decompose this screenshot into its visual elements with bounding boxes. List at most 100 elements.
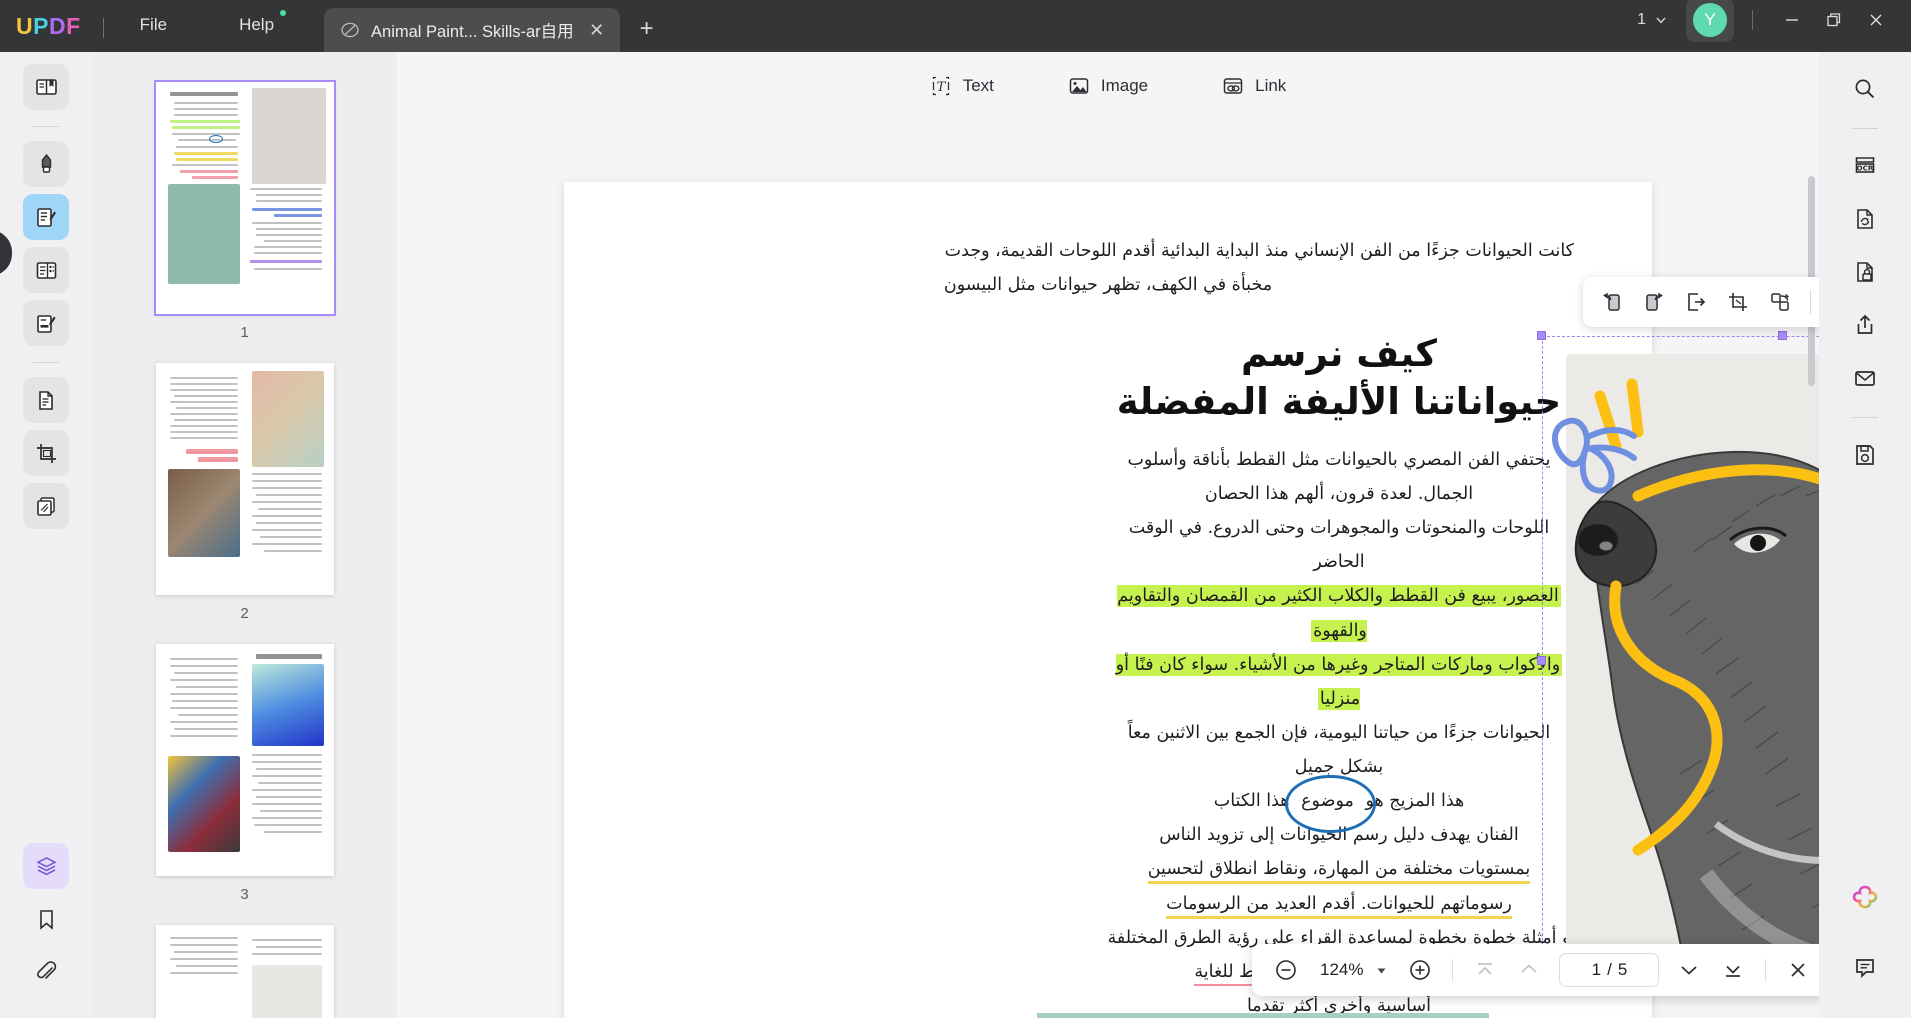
updf-logo[interactable]: U P D F	[16, 13, 81, 40]
menu-file[interactable]: File	[126, 11, 181, 39]
doc-text-after-circle: هذا الكتاب	[1214, 791, 1295, 811]
edit-tool-link-label: Link	[1255, 76, 1286, 96]
vertical-scrollbar[interactable]	[1808, 120, 1815, 940]
sidebar-item-edit-pdf[interactable]	[23, 194, 69, 240]
titlebar-right-group: 1 Y	[1627, 0, 1911, 42]
edit-tool-text[interactable]: T Text	[920, 69, 1004, 103]
right-item-comments[interactable]	[1842, 945, 1888, 991]
resize-handle-top-center[interactable]	[1778, 331, 1787, 340]
thumb-line	[170, 431, 238, 433]
thumb-line	[254, 824, 322, 826]
first-page-icon[interactable]	[1465, 950, 1505, 990]
thumb-line	[256, 946, 322, 948]
zoom-and-page-toolbar[interactable]: 124% 1 / 5	[1252, 944, 1819, 996]
thumbnail-label-2: 2	[240, 605, 248, 622]
prev-page-icon[interactable]	[1509, 950, 1549, 990]
close-icon[interactable]	[1778, 950, 1818, 990]
pdf-page-1[interactable]: كانت الحيوانات جزءًا من الفن الإنساني من…	[564, 182, 1652, 1018]
caret-down-icon[interactable]	[1375, 964, 1388, 977]
thumb-line	[170, 679, 238, 681]
sidebar-item-reader-view[interactable]	[23, 64, 69, 110]
right-item-email-pdf[interactable]	[1842, 355, 1888, 401]
page-number-field[interactable]: 1 / 5	[1559, 953, 1659, 987]
sidebar-item-organize-pages[interactable]	[23, 377, 69, 423]
edit-tool-link[interactable]: Link	[1212, 69, 1296, 103]
sidebar-item-annotate[interactable]	[23, 141, 69, 187]
thumbnail-page-2[interactable]	[156, 363, 334, 595]
sidebar-item-bookmarks-panel[interactable]	[23, 896, 69, 942]
thumb-line	[192, 176, 238, 179]
sidebar-item-fill-and-sign[interactable]	[23, 300, 69, 346]
sidebar-item-form-fields[interactable]	[23, 247, 69, 293]
thumb-line	[250, 188, 322, 190]
plus-circle-icon[interactable]	[1400, 950, 1440, 990]
right-item-ai-assistant[interactable]	[1842, 874, 1888, 920]
rail-divider-1	[33, 126, 59, 127]
selected-image-region[interactable]	[1542, 336, 1819, 986]
new-tab-button[interactable]: +	[632, 14, 662, 44]
toolbar-divider	[1765, 959, 1766, 981]
thumb-line	[258, 782, 322, 784]
resize-handle-middle-left[interactable]	[1537, 656, 1546, 665]
logo-letter-f: F	[66, 13, 81, 40]
doc-lead-line-1: كانت الحيوانات جزءًا من الفن الإنساني من…	[642, 234, 1574, 268]
avatar[interactable]: Y	[1693, 3, 1727, 37]
thumb-line	[252, 953, 322, 955]
right-item-share-pdf[interactable]	[1842, 302, 1888, 348]
page-separator: /	[1607, 960, 1612, 980]
thumbnail-page-3[interactable]	[156, 644, 334, 876]
toolbar-divider	[1810, 290, 1811, 314]
sidebar-item-crop-page[interactable]	[23, 430, 69, 476]
thumb-line	[170, 937, 238, 939]
right-rail-bottom-group	[1819, 874, 1911, 998]
page-scroll-area[interactable]: كانت الحيوانات جزءًا من الفن الإنساني من…	[397, 120, 1819, 1018]
thumbnail-page-1[interactable]	[156, 82, 334, 314]
close-window-button[interactable]	[1855, 3, 1897, 37]
thumb-line	[172, 700, 238, 702]
edit-tool-image[interactable]: Image	[1058, 69, 1158, 103]
pdf-document-icon	[340, 20, 360, 40]
dog-sketch-image[interactable]	[1566, 354, 1819, 974]
document-tab[interactable]: Animal Paint... Skills-ar自用 ✕	[324, 8, 620, 52]
resize-handle-top-left[interactable]	[1537, 331, 1546, 340]
menu-help[interactable]: Help	[225, 11, 288, 39]
crop-icon[interactable]	[1719, 283, 1757, 321]
rotate-right-icon[interactable]	[1635, 283, 1673, 321]
thumb-line	[264, 240, 322, 242]
thumbnail-canvas-2	[156, 363, 334, 595]
next-page-icon[interactable]	[1669, 950, 1709, 990]
extract-icon[interactable]	[1677, 283, 1715, 321]
right-item-search[interactable]	[1842, 66, 1888, 112]
thumbnail-page-4[interactable]	[156, 925, 334, 1018]
document-viewer: T Text Image	[397, 52, 1819, 1018]
image-properties-toolbar[interactable]: w 225.51 h 300.68	[1583, 277, 1819, 327]
zoom-level-value[interactable]: 124%	[1310, 960, 1371, 980]
image-tool-icon	[1068, 75, 1090, 97]
avatar-container[interactable]: Y	[1686, 0, 1734, 42]
thumb-line	[250, 260, 322, 263]
thumb-watercolor-image	[252, 664, 324, 746]
right-item-convert-pdf[interactable]	[1842, 196, 1888, 242]
right-item-ocr[interactable]: OCR	[1842, 143, 1888, 189]
page-thumbnail-panel[interactable]: 1	[92, 52, 397, 1018]
app-body: 1	[0, 52, 1911, 1018]
rail-collapse-notch[interactable]	[0, 230, 12, 276]
right-item-protect-pdf[interactable]	[1842, 249, 1888, 295]
right-item-save-as[interactable]	[1842, 432, 1888, 478]
last-page-icon[interactable]	[1713, 950, 1753, 990]
account-selector[interactable]: 1	[1627, 6, 1678, 34]
doc-lead-line-2: مخبأة في الكهف، تظهر حيوانات مثل البيسون	[642, 268, 1574, 302]
close-icon[interactable]: ✕	[584, 17, 610, 43]
logo-letter-p: P	[33, 13, 49, 40]
doc-body-line-4: العصور، يبيع فن القطط والكلاب الكثير من …	[1104, 579, 1574, 647]
maximize-button[interactable]	[1813, 3, 1855, 37]
green-background-photo[interactable]	[1037, 1013, 1489, 1018]
sidebar-item-layers-panel[interactable]	[23, 843, 69, 889]
minus-circle-icon[interactable]	[1266, 950, 1306, 990]
replace-icon[interactable]	[1761, 283, 1799, 321]
minimize-button[interactable]	[1771, 3, 1813, 37]
thumb-line	[172, 126, 240, 129]
sidebar-item-attachments-panel[interactable]	[23, 949, 69, 995]
rotate-left-icon[interactable]	[1593, 283, 1631, 321]
sidebar-item-batch-process[interactable]	[23, 483, 69, 529]
